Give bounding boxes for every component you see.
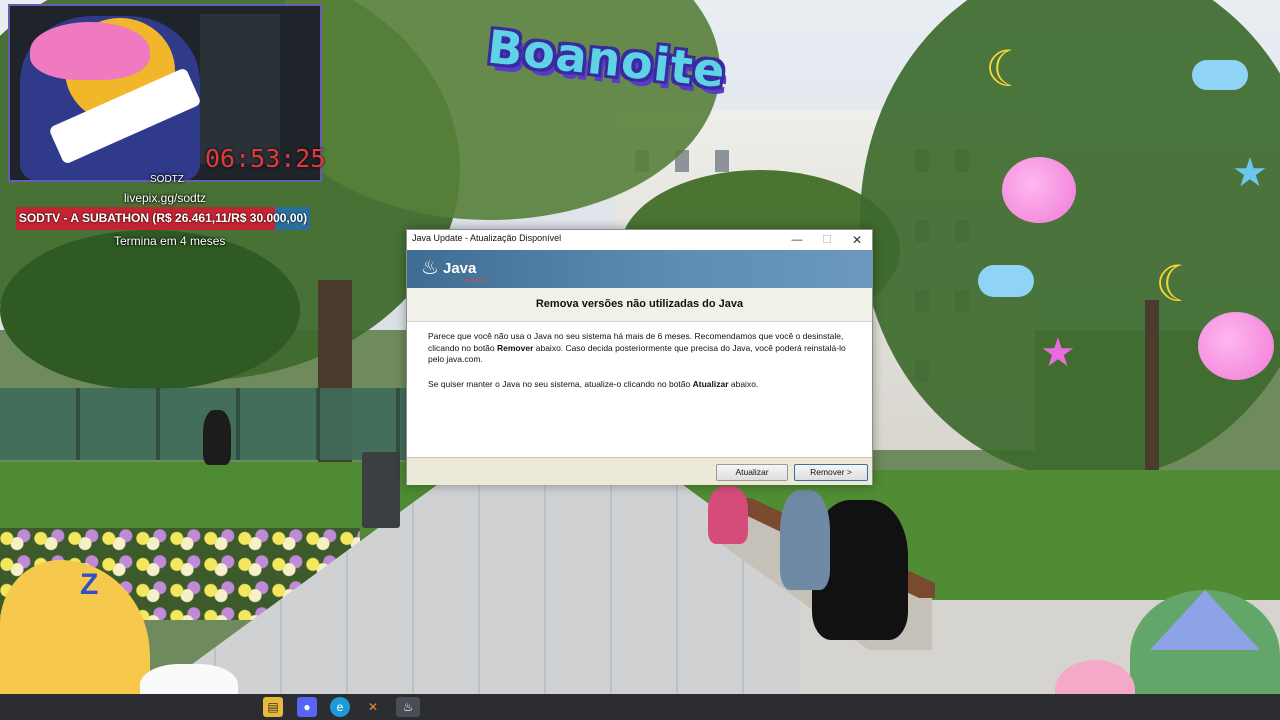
paragraph-text: Se quiser manter o Java no seu sistema, … (428, 379, 693, 389)
maximize-icon: ☐ (822, 234, 832, 246)
java-update-dialog: Java Update - Atualização Disponível — ☐… (406, 229, 873, 485)
dialog-headline: Remova versões não utilizadas do Java (535, 298, 744, 310)
paragraph-remove: Parece que você não usa o Java no seu si… (428, 331, 858, 366)
dialog-footer: Atualizar Remover > (407, 457, 872, 485)
file-explorer-icon[interactable]: ▤ (263, 697, 283, 717)
paragraph-text: abaixo. (728, 379, 759, 389)
java-cup-icon: ♨ (421, 257, 439, 279)
goal-label: SODTV - A SUBATHON (R$ 26.461,11/R$ 30.0… (18, 211, 308, 225)
cloud-icon (978, 265, 1034, 297)
ends-in-label: Termina em 4 meses (114, 234, 226, 248)
donation-url: livepix.gg/sodtz (124, 191, 207, 205)
paragraph-update: Se quiser manter o Java no seu sistema, … (428, 379, 858, 391)
dialog-title: Java Update - Atualização Disponível (412, 233, 562, 243)
moon-icon: ☾ (985, 41, 1030, 97)
java-banner: ♨ Java ORACLE (407, 250, 872, 288)
atualizar-emphasis: Atualizar (692, 379, 729, 389)
close-icon[interactable]: ✕ (842, 230, 872, 250)
update-button[interactable]: Atualizar (716, 464, 788, 481)
person (780, 490, 830, 590)
goal-progress-bar: SODTV - A SUBATHON (R$ 26.461,11/R$ 30.0… (16, 207, 310, 230)
java-logo: ♨ Java ORACLE (421, 254, 491, 284)
moon-icon: ☾ (1155, 256, 1200, 312)
dialog-titlebar[interactable]: Java Update - Atualização Disponível — ☐… (407, 230, 872, 250)
remove-button[interactable]: Remover > (794, 464, 868, 481)
minimize-icon[interactable]: — (782, 230, 812, 250)
username-label: SODTZ (150, 174, 184, 185)
pink-cloud-icon (1002, 157, 1076, 223)
edge-icon[interactable]: e (330, 697, 350, 717)
remover-emphasis: Remover (497, 342, 534, 353)
oracle-label: ORACLE (463, 278, 487, 284)
trash-bin (362, 452, 400, 528)
pink-cloud-icon (1198, 312, 1274, 380)
java-update-icon[interactable]: ♨ (396, 697, 420, 717)
star-icon: ★ (1040, 331, 1076, 375)
app-icon[interactable]: ✕ (363, 697, 383, 717)
cloud-icon (1192, 60, 1248, 90)
discord-icon[interactable]: ● (297, 697, 317, 717)
java-logo-word: Java (443, 260, 477, 277)
star-icon: ★ (1232, 151, 1268, 195)
subathon-timer: 06:53:25 (205, 144, 326, 173)
person (203, 410, 231, 465)
dialog-body: Parece que você não usa o Java no seu si… (407, 321, 872, 457)
headline-area: Remova versões não utilizadas do Java (407, 288, 872, 321)
person (708, 486, 748, 544)
zzz-icon: Z (80, 568, 99, 601)
taskbar: ▤ ● e ✕ ♨ (0, 694, 1280, 720)
